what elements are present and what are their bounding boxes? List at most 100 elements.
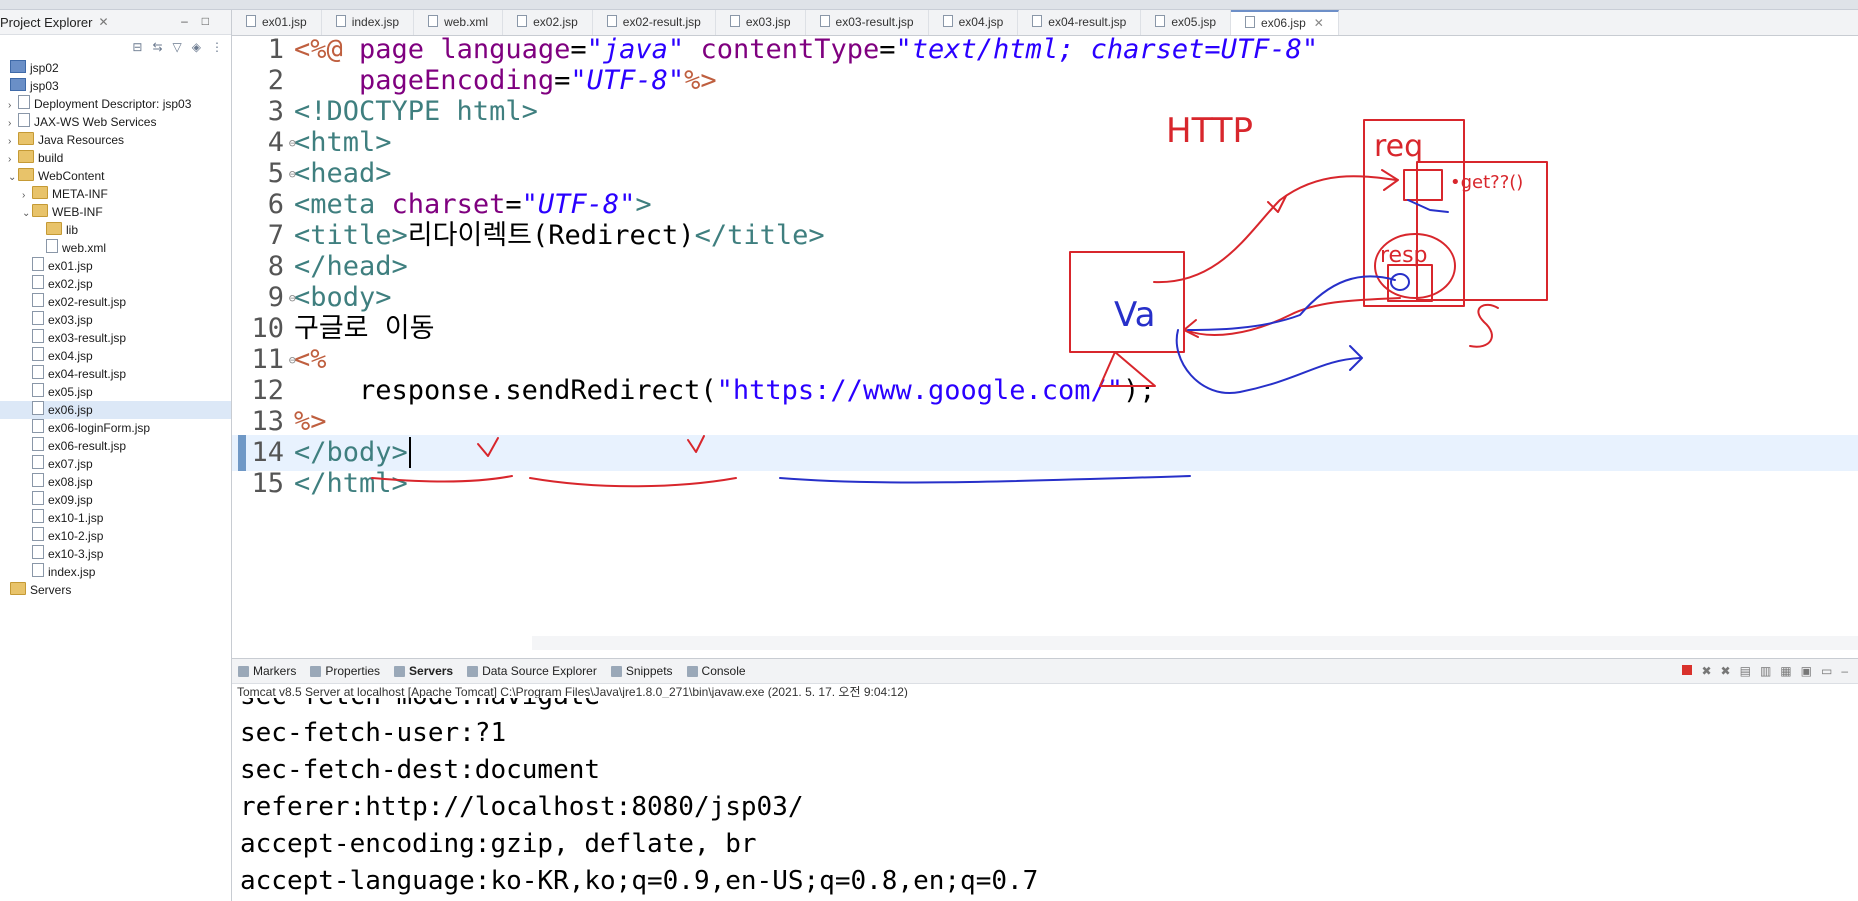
- code-token: 리다이렉트(Redirect): [407, 220, 695, 251]
- tree-item[interactable]: ex06-loginForm.jsp: [0, 419, 231, 437]
- code-token: <!DOCTYPE html>: [294, 96, 538, 127]
- panel-tab-icon: [610, 665, 622, 677]
- tree-item[interactable]: ex09.jsp: [0, 491, 231, 509]
- file-icon: [32, 509, 44, 523]
- editor-tab-label: ex01.jsp: [262, 15, 307, 29]
- tree-item[interactable]: index.jsp: [0, 563, 231, 581]
- project-tree: jsp02 jsp03 › Deployment Descriptor: jsp03 ›…: [0, 59, 231, 599]
- tree-item-label: ex02-result.jsp: [48, 295, 127, 309]
- code-token: <body>: [294, 282, 392, 313]
- tree-item[interactable]: › build: [0, 149, 231, 167]
- code-editor[interactable]: 1 <%@ page language="java" contentType="t…: [232, 34, 1858, 652]
- pin-console-icon[interactable]: ▣: [1801, 664, 1812, 678]
- tree-item[interactable]: ex08.jsp: [0, 473, 231, 491]
- tree-item[interactable]: › Deployment Descriptor: jsp03: [0, 95, 231, 113]
- tree-item[interactable]: ex03.jsp: [0, 311, 231, 329]
- tree-item[interactable]: ex10-2.jsp: [0, 527, 231, 545]
- file-icon: [1155, 15, 1166, 27]
- tree-item-label: ex05.jsp: [48, 385, 93, 399]
- tree-item[interactable]: lib: [0, 221, 231, 239]
- minimize-icon[interactable]: –: [1841, 664, 1848, 678]
- panel-tab[interactable]: Data Source Explorer: [467, 664, 597, 678]
- editor-tab-label: index.jsp: [351, 15, 400, 29]
- window-top-strip: [0, 0, 1858, 10]
- tree-item-label: ex08.jsp: [48, 475, 93, 489]
- tree-item[interactable]: ex06-result.jsp: [0, 437, 231, 455]
- view-menu-icon[interactable]: ⋮: [211, 40, 223, 54]
- tree-item[interactable]: ⌄ WebContent: [0, 167, 231, 185]
- panel-tab-icon: [467, 665, 479, 677]
- link-editor-icon[interactable]: ⇆: [152, 40, 162, 54]
- tree-item[interactable]: › Java Resources: [0, 131, 231, 149]
- file-icon: [32, 545, 44, 559]
- file-icon: [942, 15, 953, 27]
- tree-item[interactable]: ex04.jsp: [0, 347, 231, 365]
- tree-item[interactable]: ex10-1.jsp: [0, 509, 231, 527]
- tree-item[interactable]: › META-INF: [0, 185, 231, 203]
- line-number-text: 13: [251, 406, 284, 437]
- tree-item-label: ex10-2.jsp: [48, 529, 104, 543]
- tree-item-label: ex10-3.jsp: [48, 547, 104, 561]
- code-token: =: [554, 65, 571, 96]
- show-console-icon[interactable]: ▦: [1780, 664, 1791, 678]
- word-wrap-icon[interactable]: ▥: [1760, 664, 1771, 678]
- file-icon: [18, 113, 30, 127]
- tree-item-label: JAX-WS Web Services: [34, 115, 157, 129]
- close-tab-icon[interactable]: ✕: [1314, 16, 1324, 30]
- focus-icon[interactable]: ◈: [192, 40, 201, 54]
- project-explorer-header: Project Explorer ✕ –□: [0, 10, 231, 35]
- stop-icon[interactable]: [1682, 665, 1693, 675]
- open-console-icon[interactable]: ▭: [1821, 664, 1832, 678]
- tree-item[interactable]: ex10-3.jsp: [0, 545, 231, 563]
- tree-item[interactable]: ex07.jsp: [0, 455, 231, 473]
- tree-item[interactable]: jsp03: [0, 77, 231, 95]
- tree-item-label: Servers: [30, 583, 72, 597]
- code-token: page: [359, 34, 441, 65]
- tree-item-label: ex04-result.jsp: [48, 367, 127, 381]
- close-icon[interactable]: ✕: [98, 15, 108, 29]
- panel-tab[interactable]: Console: [686, 664, 746, 678]
- minimize-maximize-icons[interactable]: –□: [181, 14, 223, 28]
- project-explorer-title[interactable]: Project Explorer: [0, 15, 92, 30]
- tree-item[interactable]: Servers: [0, 581, 231, 599]
- remove-all-icon[interactable]: ✖: [1721, 664, 1731, 678]
- scroll-lock-icon[interactable]: ▤: [1740, 664, 1751, 678]
- tree-item[interactable]: ex03-result.jsp: [0, 329, 231, 347]
- code-line[interactable]: 15 </html>: [232, 466, 1858, 502]
- file-icon: [729, 15, 740, 27]
- tree-item[interactable]: web.xml: [0, 239, 231, 257]
- console-output[interactable]: sec-fetch-mode:navigate sec-fetch-user:?1…: [232, 698, 1858, 901]
- panel-tab[interactable]: Servers: [394, 664, 453, 678]
- tree-item[interactable]: ex01.jsp: [0, 257, 231, 275]
- bottom-panel-tabs: Markers Properties Servers Data Source Expl…: [232, 658, 1858, 684]
- console-line: sec-fetch-dest:document: [240, 755, 601, 785]
- code-token: charset: [391, 189, 506, 220]
- tree-item[interactable]: ex02-result.jsp: [0, 293, 231, 311]
- panel-tab[interactable]: Snippets: [610, 664, 673, 678]
- panel-tab-label: Markers: [253, 664, 297, 678]
- tree-item[interactable]: › JAX-WS Web Services: [0, 113, 231, 131]
- file-icon: [32, 365, 44, 379]
- collapse-all-icon[interactable]: ⊟: [132, 40, 142, 54]
- remove-launch-icon[interactable]: ✖: [1701, 664, 1711, 678]
- filter-icon[interactable]: ▽: [173, 40, 182, 54]
- tree-item[interactable]: ex05.jsp: [0, 383, 231, 401]
- panel-tab[interactable]: Properties: [310, 664, 380, 678]
- file-icon: [46, 239, 58, 253]
- panel-tab-icon: [310, 665, 322, 677]
- tree-item[interactable]: ex06.jsp: [0, 401, 231, 419]
- tree-item[interactable]: ⌄ WEB-INF: [0, 203, 231, 221]
- folder-icon: [18, 150, 34, 163]
- editor-tab-label: ex02.jsp: [533, 15, 578, 29]
- panel-tab-label: Data Source Explorer: [482, 664, 597, 678]
- console-line: sec-fetch-mode:navigate: [240, 698, 600, 715]
- code-token: response.sendRedirect(: [294, 375, 717, 406]
- panel-tab[interactable]: Markers: [238, 664, 296, 678]
- tree-item[interactable]: ex04-result.jsp: [0, 365, 231, 383]
- tree-item[interactable]: jsp02: [0, 59, 231, 77]
- horizontal-scrollbar[interactable]: [532, 636, 1858, 650]
- panel-tab-label: Snippets: [625, 664, 673, 678]
- code-token: </html>: [294, 468, 408, 499]
- tree-item[interactable]: ex02.jsp: [0, 275, 231, 293]
